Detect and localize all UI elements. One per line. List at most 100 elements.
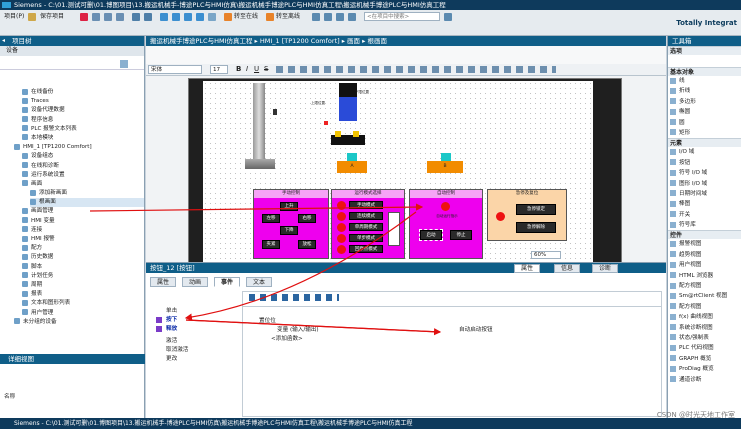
element-item[interactable]: 符号 I/O 域: [668, 168, 741, 178]
tree-item[interactable]: 周期: [22, 281, 144, 290]
tree-item[interactable]: HMI 变量: [22, 217, 144, 226]
controls-section[interactable]: 控件: [668, 230, 741, 240]
tree-item[interactable]: 配方: [22, 244, 144, 253]
single-cycle-mode-button[interactable]: 单周期模式: [349, 223, 383, 231]
event-activate[interactable]: 激活: [166, 337, 177, 345]
window-layout-icon[interactable]: [312, 13, 320, 21]
split-horizontal-icon[interactable]: [336, 13, 344, 21]
tree-item[interactable]: 在线和诊断: [22, 162, 144, 171]
tab-events[interactable]: 事件: [214, 277, 241, 287]
open-icon[interactable]: [28, 13, 36, 21]
tree-item[interactable]: PLC 报警文本列表: [22, 125, 144, 134]
estop-lock-button[interactable]: 急停锁定: [516, 204, 556, 215]
download-icon[interactable]: [172, 13, 180, 21]
stop-sim-icon[interactable]: [208, 13, 216, 21]
tree-item[interactable]: 报表: [22, 290, 144, 299]
font-name-select[interactable]: 宋体: [148, 65, 202, 74]
control-item[interactable]: f(x) 曲线视图: [668, 312, 741, 322]
event-change[interactable]: 更改: [166, 355, 177, 363]
basic-object-item[interactable]: 线: [668, 76, 741, 86]
control-item[interactable]: 系统诊断视图: [668, 323, 741, 333]
delete-icon[interactable]: [80, 13, 88, 21]
elements-section[interactable]: 元素: [668, 138, 741, 148]
function-param-value[interactable]: 自动启动按钮: [459, 325, 493, 333]
go-offline-button[interactable]: 转至离线: [276, 13, 300, 21]
control-item[interactable]: Sm@rtClient 视图: [668, 291, 741, 301]
search-icon[interactable]: [444, 13, 452, 21]
tree-item[interactable]: 画面: [22, 180, 144, 189]
compile-icon[interactable]: [160, 13, 168, 21]
inspector-diagnostics-tab[interactable]: 诊断: [592, 264, 619, 273]
collapse-icon[interactable]: ◂: [2, 36, 5, 46]
control-item[interactable]: HTML 浏览器: [668, 271, 741, 281]
tree-item[interactable]: HMI_1 [TP1200 Comfort]: [14, 143, 144, 152]
italic-icon[interactable]: I: [246, 65, 248, 73]
tree-item[interactable]: 画面管理: [22, 207, 144, 216]
font-size-select[interactable]: 17: [210, 65, 228, 74]
details-view-header[interactable]: 详细视图: [0, 354, 145, 364]
function-set-bit[interactable]: 置位位: [259, 316, 276, 324]
go-offline-icon[interactable]: [266, 13, 274, 21]
bold-icon[interactable]: B: [236, 65, 241, 73]
paste-icon[interactable]: [116, 13, 124, 21]
function-param-variable[interactable]: 变量 (输入/输出): [277, 325, 319, 333]
tree-view-icon[interactable]: [120, 60, 128, 68]
basic-object-item[interactable]: 圆: [668, 118, 741, 128]
tree-item[interactable]: 设备代理数据: [22, 106, 144, 115]
up-button[interactable]: 上升: [280, 202, 298, 211]
basic-object-item[interactable]: 多边形: [668, 97, 741, 107]
tree-item[interactable]: 脚本: [22, 263, 144, 272]
function-list-toolbar-icons[interactable]: [249, 294, 339, 301]
tree-item[interactable]: Traces: [22, 97, 144, 106]
go-online-button[interactable]: 转至在线: [234, 13, 258, 21]
tree-item[interactable]: 计划任务: [22, 272, 144, 281]
element-item[interactable]: 按钮: [668, 158, 741, 168]
element-item[interactable]: 开关: [668, 210, 741, 220]
basic-object-item[interactable]: 折线: [668, 86, 741, 96]
tab-texts[interactable]: 文本: [246, 277, 273, 287]
simulate-icon[interactable]: [196, 13, 204, 21]
redo-icon[interactable]: [144, 13, 152, 21]
home-mode-button[interactable]: 回原点模式: [349, 245, 383, 253]
tree-item[interactable]: 程序信息: [22, 116, 144, 125]
zoom-select[interactable]: 60%: [531, 251, 561, 259]
element-item[interactable]: 棒图: [668, 199, 741, 209]
control-item[interactable]: PLC 代码视图: [668, 343, 741, 353]
start-button[interactable]: 启动: [419, 229, 443, 241]
tree-item[interactable]: 设备组态: [22, 152, 144, 161]
tree-item[interactable]: 用户管理: [22, 309, 144, 318]
project-menu[interactable]: 项目(P): [4, 13, 24, 21]
toolbox-options[interactable]: 选项: [668, 46, 741, 55]
control-item[interactable]: ProDiag 概览: [668, 364, 741, 374]
go-online-icon[interactable]: [224, 13, 232, 21]
tree-item[interactable]: 运行系统设置: [22, 171, 144, 180]
format-icons[interactable]: [276, 66, 556, 73]
undo-icon[interactable]: [132, 13, 140, 21]
element-item[interactable]: I/O 域: [668, 147, 741, 157]
details-name-column[interactable]: 名称: [4, 392, 15, 400]
inspector-properties-tab[interactable]: 属性: [514, 264, 541, 273]
tree-item[interactable]: 本地模块: [22, 134, 144, 143]
release-button[interactable]: 放松: [298, 240, 316, 249]
control-item[interactable]: 用户视图: [668, 260, 741, 270]
control-item[interactable]: 趋势视图: [668, 250, 741, 260]
control-item[interactable]: 状态/强制表: [668, 333, 741, 343]
tree-item[interactable]: 根画面: [30, 198, 144, 208]
single-step-mode-button[interactable]: 单步模式: [349, 234, 383, 242]
copy-icon[interactable]: [104, 13, 112, 21]
tree-item[interactable]: 添加新画面: [30, 189, 144, 198]
basic-object-item[interactable]: 椭圆: [668, 107, 741, 117]
basic-object-item[interactable]: 矩形: [668, 128, 741, 138]
continuous-mode-button[interactable]: 连续模式: [349, 212, 383, 220]
upload-icon[interactable]: [184, 13, 192, 21]
tab-properties[interactable]: 属性: [150, 277, 177, 287]
tree-item[interactable]: 历史数据: [22, 253, 144, 262]
event-click[interactable]: 单击: [166, 307, 177, 315]
control-item[interactable]: GRAPH 概览: [668, 354, 741, 364]
control-item[interactable]: 配方视图: [668, 281, 741, 291]
element-item[interactable]: 日期时间域: [668, 189, 741, 199]
tree-item[interactable]: 连接: [22, 226, 144, 235]
control-item[interactable]: 配方视图: [668, 302, 741, 312]
tree-item[interactable]: 在线备份: [22, 88, 144, 97]
control-item[interactable]: 报警视图: [668, 239, 741, 249]
